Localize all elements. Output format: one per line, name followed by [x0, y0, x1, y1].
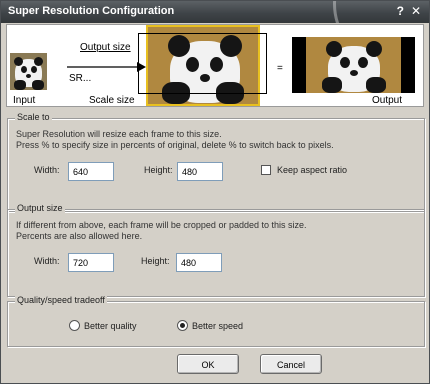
better-speed-radio[interactable] — [177, 320, 188, 331]
output-width-input[interactable] — [68, 253, 114, 272]
better-quality-label[interactable]: Better quality — [84, 321, 137, 331]
output-label: Output — [372, 95, 403, 106]
output-size-label: Output size — [80, 42, 131, 53]
output-size-group: Output size If different from above, eac… — [7, 203, 425, 297]
arrow-icon — [67, 62, 146, 72]
dialog-window: Super Resolution Configuration ? ✕ Input… — [0, 0, 430, 384]
dialog-body: Input Output size SR... Scale size = Out… — [1, 23, 429, 383]
better-speed-label[interactable]: Better speed — [192, 321, 243, 331]
window-title: Super Resolution Configuration — [8, 5, 175, 17]
equals-sign: = — [277, 63, 283, 74]
output-size-desc-2: Percents are also allowed here. — [16, 231, 143, 241]
output-height-label: Height: — [141, 256, 170, 266]
title-bar[interactable]: Super Resolution Configuration ? ✕ — [1, 1, 429, 23]
scale-to-group: Scale to Super Resolution will resize ea… — [7, 112, 425, 212]
input-label: Input — [13, 95, 36, 106]
output-size-frame — [138, 33, 267, 94]
scale-to-desc-1: Super Resolution will resize each frame … — [16, 129, 222, 139]
scale-to-title: Scale to — [15, 112, 52, 122]
input-image — [10, 53, 47, 90]
output-size-desc-1: If different from above, each frame will… — [16, 220, 307, 230]
preview-panel: Input Output size SR... Scale size = Out… — [6, 24, 424, 107]
cancel-button[interactable]: Cancel — [260, 354, 322, 374]
output-size-title: Output size — [15, 203, 65, 213]
output-width-label: Width: — [34, 256, 60, 266]
keep-aspect-label[interactable]: Keep aspect ratio — [277, 165, 347, 175]
scale-height-input[interactable] — [177, 162, 223, 181]
help-icon[interactable]: ? — [397, 4, 404, 18]
scale-size-label: Scale size — [89, 95, 135, 106]
scale-width-input[interactable] — [68, 162, 114, 181]
output-height-input[interactable] — [176, 253, 222, 272]
ok-button[interactable]: OK — [177, 354, 239, 374]
close-icon[interactable]: ✕ — [411, 4, 421, 18]
keep-aspect-checkbox[interactable] — [261, 165, 271, 175]
scale-height-label: Height: — [144, 165, 173, 175]
quality-title: Quality/speed tradeoff — [15, 295, 107, 305]
output-image — [292, 37, 415, 93]
better-speed-radio-dot — [180, 323, 185, 328]
sr-label: SR... — [69, 73, 92, 84]
better-quality-radio[interactable] — [69, 320, 80, 331]
scale-width-label: Width: — [34, 165, 60, 175]
quality-group: Quality/speed tradeoff Better quality Be… — [7, 295, 425, 347]
scale-to-desc-2: Press % to specify size in percents of o… — [16, 140, 334, 150]
